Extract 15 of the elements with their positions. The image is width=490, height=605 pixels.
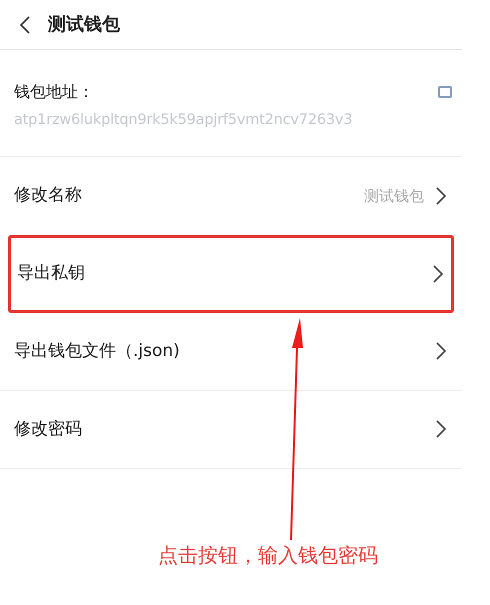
settings-row[interactable]: 修改名称 测试钱包 (0, 156, 462, 235)
chevron-right-icon (436, 342, 446, 360)
row-value: 测试钱包 (364, 186, 424, 206)
chevron-right-icon (433, 264, 443, 283)
page-title: 测试钱包 (48, 13, 120, 37)
address-label: 钱包地址： (14, 81, 94, 103)
row-label: 修改名称 (14, 184, 82, 207)
row-label: 导出私钥 (17, 262, 85, 285)
chevron-right-icon (436, 420, 446, 438)
row-label: 导出钱包文件（.json) (14, 340, 180, 362)
annotation-text: 点击按钮，输入钱包密码 (158, 542, 378, 569)
settings-row[interactable]: 导出私钥 (8, 234, 454, 313)
chevron-right-icon (436, 186, 446, 205)
wallet-address: atp1rzw6lukpltqn9rk5k59apjrf5vmt2ncv7263v3 (14, 111, 354, 130)
row-label: 修改密码 (14, 418, 82, 440)
